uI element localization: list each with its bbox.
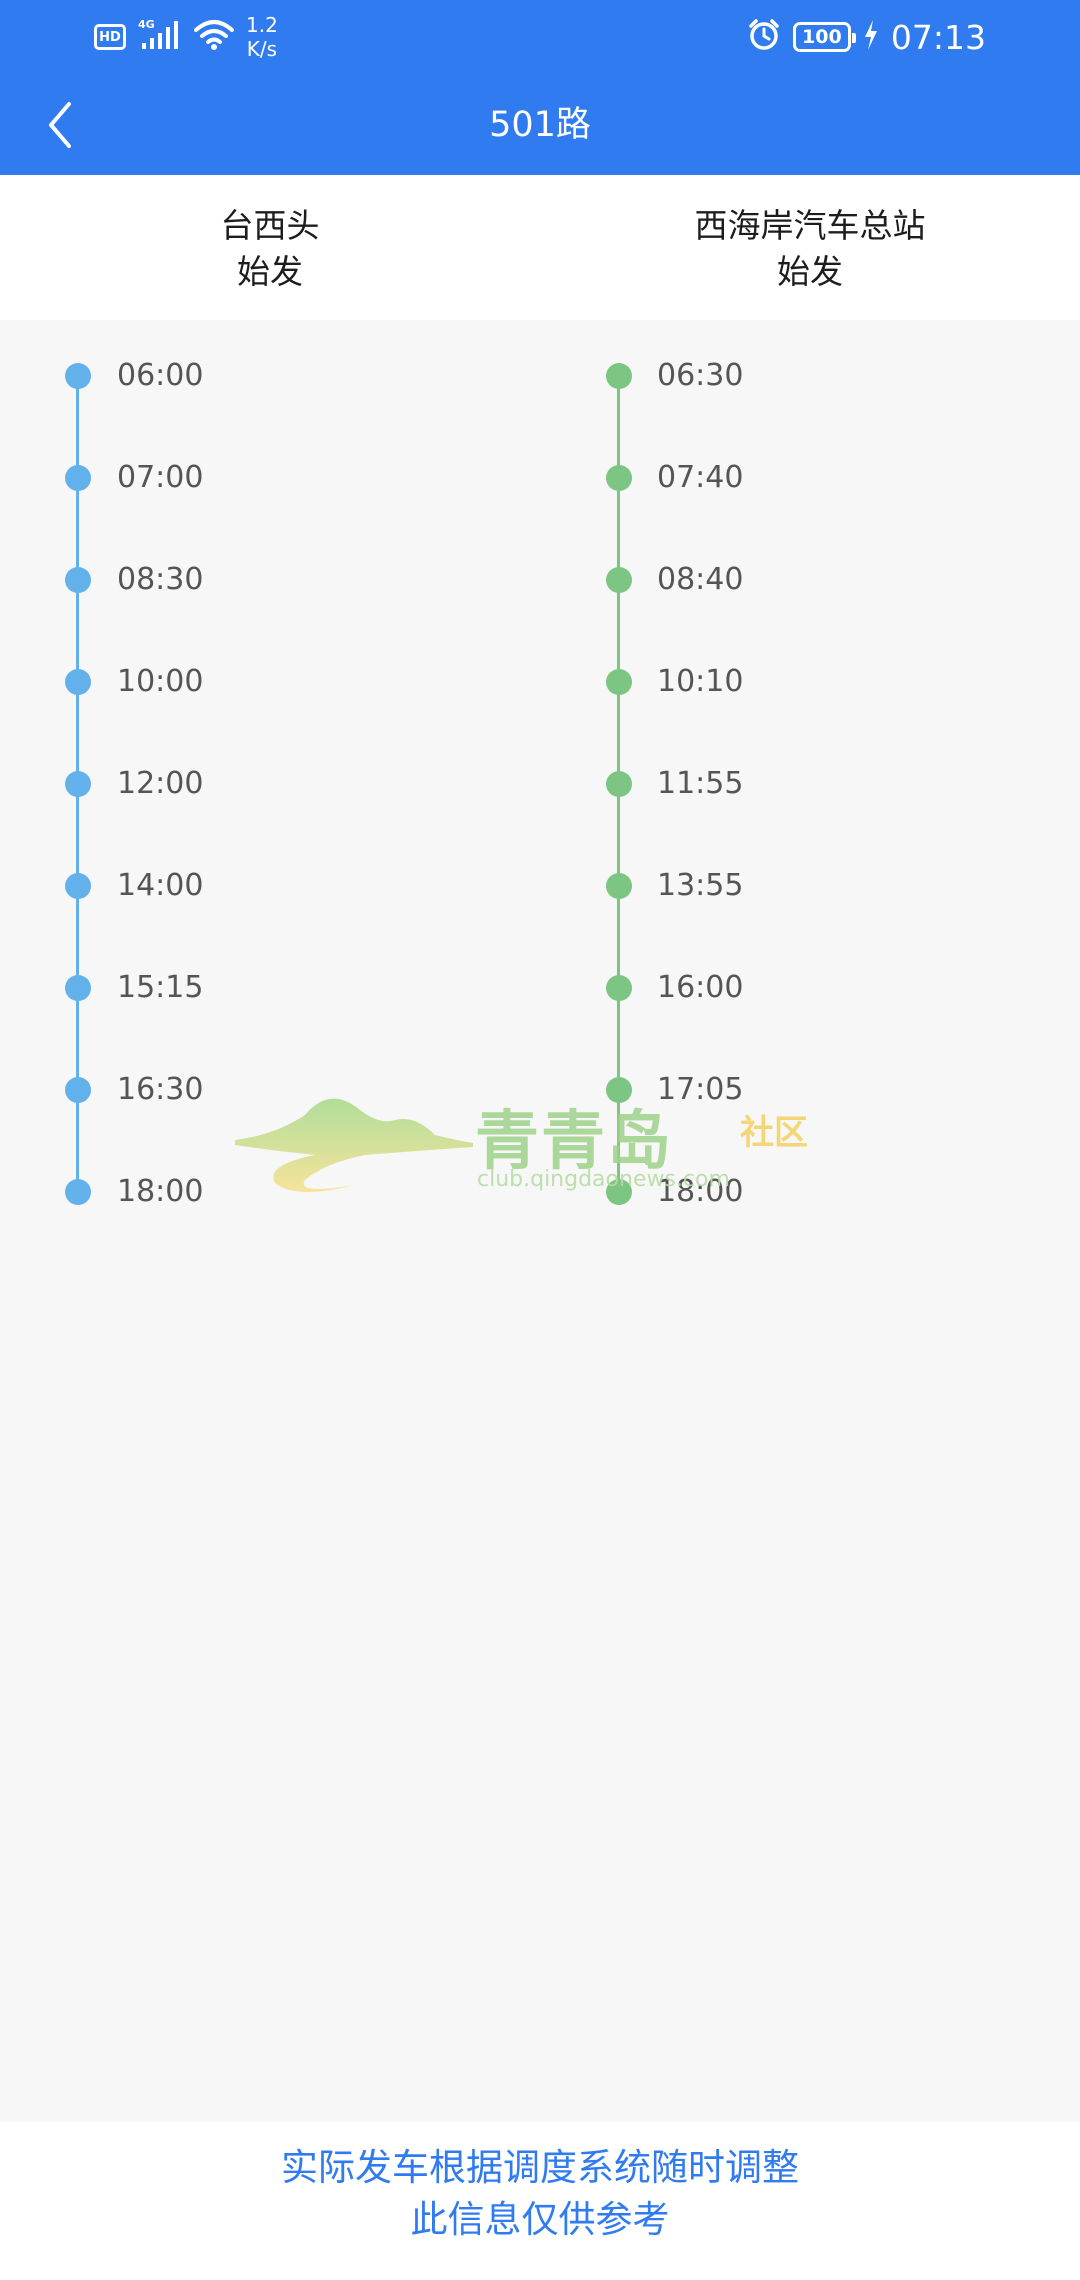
timeline-dot bbox=[65, 363, 91, 389]
signal-icon: 4G bbox=[138, 17, 182, 57]
timeline-dot bbox=[65, 567, 91, 593]
timeline-dot bbox=[65, 669, 91, 695]
departure-item: 10:10 bbox=[540, 656, 1080, 706]
departure-time: 11:55 bbox=[657, 766, 744, 801]
origin-station-label: 始发 bbox=[237, 252, 303, 291]
network-type-label: 4G bbox=[138, 18, 155, 31]
departure-item: 06:30 bbox=[540, 350, 1080, 400]
direction-header: 台西头 始发 西海岸汽车总站 始发 bbox=[0, 175, 1080, 320]
departure-time: 06:30 bbox=[657, 358, 744, 393]
timeline-dot bbox=[65, 975, 91, 1001]
departure-time: 12:00 bbox=[117, 766, 204, 801]
timeline-dot bbox=[606, 873, 632, 899]
departure-time: 18:00 bbox=[117, 1174, 204, 1209]
timeline-dot bbox=[606, 669, 632, 695]
departure-item: 14:00 bbox=[0, 860, 540, 910]
disclaimer-line-2: 此信息仅供参考 bbox=[410, 2198, 670, 2241]
departure-item: 10:00 bbox=[0, 656, 540, 706]
app-header: HD 4G 1.2 K/s 100 07:13 501路 bbox=[0, 0, 1080, 175]
departure-item: 13:55 bbox=[540, 860, 1080, 910]
origin-station-name: 台西头 bbox=[220, 206, 320, 245]
timeline-dot bbox=[606, 567, 632, 593]
departure-time: 15:15 bbox=[117, 970, 204, 1005]
title-bar: 501路 bbox=[0, 75, 1080, 175]
status-bar: HD 4G 1.2 K/s 100 07:13 bbox=[0, 0, 1080, 75]
charging-icon bbox=[863, 19, 879, 55]
departure-time: 06:00 bbox=[117, 358, 204, 393]
timeline-dot bbox=[65, 1077, 91, 1103]
departure-item: 06:00 bbox=[0, 350, 540, 400]
network-speed-unit: K/s bbox=[246, 37, 278, 61]
timeline-dot bbox=[606, 363, 632, 389]
timeline-dot bbox=[606, 465, 632, 491]
timeline-dot bbox=[65, 873, 91, 899]
departure-item: 07:00 bbox=[0, 452, 540, 502]
timeline-dot bbox=[606, 771, 632, 797]
network-speed-value: 1.2 bbox=[246, 13, 278, 37]
origin-station-label: 始发 bbox=[777, 252, 843, 291]
battery-icon: 100 bbox=[792, 22, 856, 52]
departure-item: 07:40 bbox=[540, 452, 1080, 502]
departure-item: 12:00 bbox=[0, 758, 540, 808]
departure-time: 16:30 bbox=[117, 1072, 204, 1107]
hd-voice-icon: HD bbox=[94, 24, 126, 50]
wifi-icon bbox=[194, 18, 234, 56]
departure-time: 13:55 bbox=[657, 868, 744, 903]
network-speed: 1.2 K/s bbox=[246, 13, 278, 61]
timeline-dot bbox=[65, 1179, 91, 1205]
status-time: 07:13 bbox=[890, 17, 986, 57]
departure-item: 11:55 bbox=[540, 758, 1080, 808]
direction-right-header: 西海岸汽车总站 始发 bbox=[540, 203, 1080, 295]
watermark-suffix: 社区 bbox=[740, 1113, 808, 1153]
status-bar-left: HD 4G 1.2 K/s bbox=[94, 12, 278, 62]
origin-station-name: 西海岸汽车总站 bbox=[694, 206, 926, 245]
watermark-url: club.qingdaonews.com bbox=[477, 1167, 730, 1192]
departure-item: 16:00 bbox=[540, 962, 1080, 1012]
mountain-logo-icon bbox=[235, 1098, 473, 1193]
direction-left-header: 台西头 始发 bbox=[0, 203, 540, 295]
page-title: 501路 bbox=[489, 105, 591, 145]
schedule-disclaimer: 实际发车根据调度系统随时调整 此信息仅供参考 bbox=[0, 2122, 1080, 2280]
departure-time: 10:10 bbox=[657, 664, 744, 699]
departure-item: 08:40 bbox=[540, 554, 1080, 604]
status-bar-right: 100 07:13 bbox=[747, 12, 986, 62]
departure-item: 15:15 bbox=[0, 962, 540, 1012]
timeline-dot bbox=[606, 975, 632, 1001]
departure-time: 14:00 bbox=[117, 868, 204, 903]
departure-time: 07:00 bbox=[117, 460, 204, 495]
departure-time: 16:00 bbox=[657, 970, 744, 1005]
timeline-dot bbox=[65, 771, 91, 797]
departure-time: 08:40 bbox=[657, 562, 744, 597]
disclaimer-line-1: 实际发车根据调度系统随时调整 bbox=[281, 2146, 799, 2189]
alarm-icon bbox=[747, 18, 781, 56]
timeline-dot bbox=[65, 465, 91, 491]
watermark: 青青岛 社区 club.qingdaonews.com bbox=[235, 1085, 835, 1205]
departure-item: 08:30 bbox=[0, 554, 540, 604]
departure-time: 08:30 bbox=[117, 562, 204, 597]
departure-time: 10:00 bbox=[117, 664, 204, 699]
departure-time: 07:40 bbox=[657, 460, 744, 495]
